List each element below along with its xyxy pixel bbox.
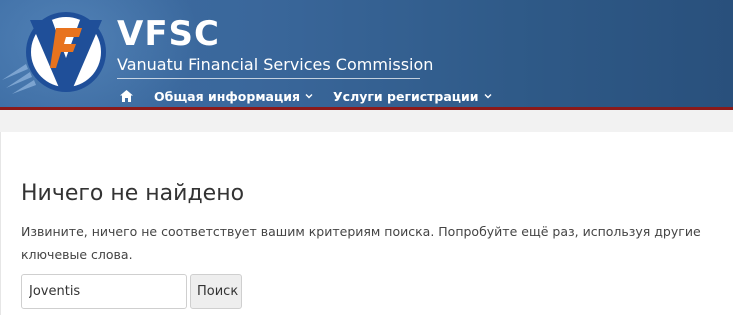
- search-button[interactable]: Поиск: [190, 274, 242, 309]
- main-nav: Общая информация Услуги регистрации: [120, 86, 512, 106]
- search-input[interactable]: [21, 274, 187, 309]
- page-title: Ничего не найдено: [21, 181, 245, 206]
- chevron-down-icon: [305, 94, 313, 99]
- nav-item-registration-services[interactable]: Услуги регистрации: [333, 89, 492, 104]
- nav-item-label: Общая информация: [154, 88, 301, 104]
- nav-item-general-info[interactable]: Общая информация: [154, 89, 313, 104]
- brand-subtitle: Vanuatu Financial Services Commission: [117, 55, 434, 74]
- content-spacer: [0, 110, 733, 132]
- no-results-message: Извините, ничего не соответствует вашим …: [21, 224, 701, 262]
- chevron-down-icon: [484, 94, 492, 99]
- site-header: VFSC Vanuatu Financial Services Commissi…: [0, 0, 733, 108]
- brand-underline: [117, 78, 420, 79]
- home-icon[interactable]: [120, 88, 136, 104]
- search-form: Поиск: [21, 274, 242, 309]
- vfsc-logo-icon[interactable]: [0, 8, 110, 98]
- brand-title[interactable]: VFSC: [117, 14, 220, 54]
- nav-item-label: Услуги регистрации: [333, 88, 479, 104]
